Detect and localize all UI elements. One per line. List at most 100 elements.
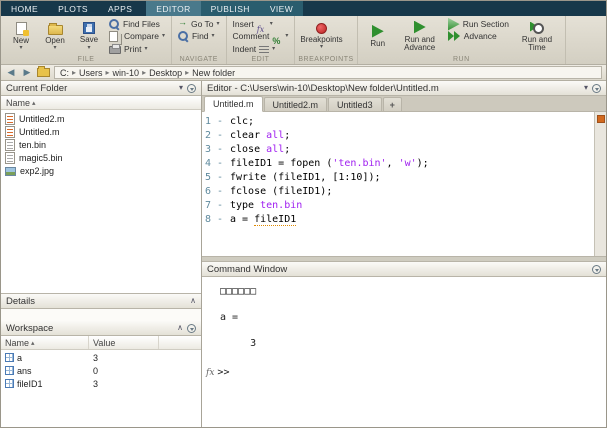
- dropdown-arrow-icon[interactable]: ▾: [584, 84, 588, 92]
- code-line[interactable]: 4 - fileID1 = fopen ('ten.bin', 'w');: [202, 157, 592, 171]
- code-line[interactable]: 7 - type ten.bin: [202, 199, 592, 213]
- breadcrumb-item[interactable]: New folder: [192, 68, 235, 78]
- quick-access-bar: ◀ ▶ C: ▸ Users ▸ win-10 ▸ Desktop ▸ New folder: [1, 65, 606, 81]
- ribbon-tab-home[interactable]: HOME: [1, 1, 48, 16]
- command-window[interactable]: □□□□□□ a = 3 fx >>: [202, 277, 606, 427]
- code-token: ;: [284, 130, 291, 141]
- ribbon-tab-view[interactable]: VIEW: [259, 1, 304, 16]
- browse-folder-icon[interactable]: [37, 66, 50, 77]
- run-and-time-button[interactable]: Run and Time: [512, 18, 562, 55]
- panel-menu-icon[interactable]: [592, 264, 601, 274]
- file-item[interactable]: Untitled.m: [1, 125, 201, 138]
- find-files-button[interactable]: Find Files: [106, 18, 168, 30]
- open-button[interactable]: Open ▾: [38, 18, 72, 55]
- editor-tab-untitled2-m[interactable]: Untitled2.m: [263, 97, 328, 111]
- name-column-header[interactable]: Name ▴: [1, 96, 201, 110]
- dropdown-arrow-icon: ▾: [320, 44, 324, 51]
- code-line[interactable]: 3 - close all;: [202, 143, 592, 157]
- workspace-row[interactable]: fileID1 3: [1, 377, 201, 390]
- new-button[interactable]: New ▾: [4, 18, 38, 55]
- code-line[interactable]: 5 - fwrite (fileID1, [1:10]);: [202, 171, 592, 185]
- workspace-column-headers: Name ▴ Value: [1, 336, 201, 350]
- button-label: Indent: [232, 43, 257, 54]
- run-button[interactable]: Run: [361, 18, 395, 55]
- insert-button[interactable]: Insert ▾: [230, 18, 292, 30]
- mfile-icon: [5, 125, 15, 138]
- lint-indicator[interactable]: [597, 115, 605, 123]
- dropdown-arrow-icon[interactable]: ▾: [179, 84, 183, 92]
- run-section-icon: [447, 17, 460, 31]
- code-editor[interactable]: 1 - clc; 2 - clear all; 3 - close all; 4 - file…: [202, 112, 606, 257]
- save-button[interactable]: Save ▾: [72, 18, 106, 55]
- command-output-line: [220, 350, 602, 363]
- editor-tab-untitled-m[interactable]: Untitled.m: [204, 96, 263, 112]
- breadcrumb-item[interactable]: Users: [79, 68, 103, 78]
- code-line[interactable]: 6 - fclose (fileID1);: [202, 185, 592, 199]
- code-line[interactable]: 2 - clear all;: [202, 129, 592, 143]
- variable-name-text: ans: [17, 365, 32, 376]
- command-output-line: 3: [220, 338, 257, 349]
- file-item[interactable]: exp2.jpg: [1, 164, 201, 177]
- code-text: a = fileID1: [230, 213, 297, 227]
- forward-icon[interactable]: ▶: [21, 67, 33, 78]
- indent-button[interactable]: Indent ▾: [230, 43, 292, 55]
- collapse-icon[interactable]: ∧: [177, 324, 183, 332]
- value-column-header[interactable]: Value: [89, 336, 159, 349]
- ribbon-tab-editor[interactable]: EDITOR: [146, 1, 201, 16]
- printer-icon: [109, 44, 121, 55]
- column-label: Name: [6, 97, 31, 108]
- goto-icon: [178, 17, 188, 29]
- back-icon[interactable]: ◀: [5, 67, 17, 78]
- crumb-separator-icon: ▸: [185, 68, 190, 77]
- code-line[interactable]: 1 - clc;: [202, 115, 592, 129]
- breadcrumb-item[interactable]: C:: [60, 68, 69, 78]
- compare-button[interactable]: Compare ▾: [106, 30, 168, 42]
- line-number: 1 -: [204, 116, 223, 127]
- collapse-icon[interactable]: ∧: [190, 297, 196, 305]
- ribbon-tab-publish[interactable]: PUBLISH: [200, 1, 260, 16]
- fx-icon[interactable]: fx: [206, 368, 214, 378]
- section-items: Run Run and Advance Run Section Advance Run …: [361, 17, 562, 55]
- command-prompt[interactable]: >>: [217, 367, 229, 378]
- editor-titlebar: Editor - C:\Users\win-10\Desktop\New fol…: [202, 81, 606, 96]
- file-item[interactable]: Untitled2.m: [1, 112, 201, 125]
- panel-title: Current Folder: [6, 82, 68, 94]
- code-token: type: [230, 200, 261, 211]
- find-button[interactable]: Find ▾: [175, 30, 223, 42]
- ribbon-tab-plots[interactable]: PLOTS: [48, 1, 98, 16]
- file-item[interactable]: magic5.bin: [1, 151, 201, 164]
- new-tab-button[interactable]: +: [382, 97, 402, 111]
- command-output-line: [220, 298, 602, 311]
- section-label: BREAKPOINTS: [298, 56, 354, 63]
- line-number: 8 -: [204, 214, 223, 225]
- breadcrumb-item[interactable]: win-10: [113, 68, 140, 78]
- imgfile-icon: [5, 166, 16, 176]
- editor-area: Editor - C:\Users\win-10\Desktop\New fol…: [202, 81, 606, 427]
- breadcrumb-item[interactable]: Desktop: [149, 68, 182, 78]
- workspace-row[interactable]: ans 0: [1, 364, 201, 377]
- run-and-advance-button[interactable]: Run and Advance: [395, 18, 445, 55]
- breakpoints-button[interactable]: Breakpoints ▾: [298, 18, 344, 55]
- code-line[interactable]: 8 - a = fileID1: [202, 213, 592, 227]
- name-column-header[interactable]: Name ▴: [1, 336, 89, 349]
- magnifier-icon: [177, 30, 189, 42]
- print-button[interactable]: Print ▾: [106, 43, 168, 55]
- file-list: Untitled2.m Untitled.m ten.bin magic5.bin ex…: [1, 110, 201, 293]
- editor-tab-untitled3[interactable]: Untitled3: [328, 97, 382, 111]
- panel-menu-icon[interactable]: [187, 83, 196, 93]
- editor-scrollbar[interactable]: [594, 112, 606, 256]
- ribbon-tab-apps[interactable]: APPS: [98, 1, 142, 16]
- panel-menu-icon[interactable]: [187, 323, 196, 333]
- panel-menu-icon[interactable]: [592, 83, 601, 93]
- advance-button[interactable]: Advance: [445, 30, 512, 42]
- file-item[interactable]: ten.bin: [1, 138, 201, 151]
- go-to-button[interactable]: Go To▾: [175, 17, 223, 30]
- breakpoint-icon: [316, 22, 328, 34]
- workspace-row[interactable]: a3: [1, 351, 201, 364]
- run-section-button[interactable]: Run Section: [445, 17, 512, 31]
- dropdown-arrow-icon: ▾: [211, 33, 215, 40]
- binfile-icon: [5, 151, 15, 164]
- details-header[interactable]: Details ∧: [1, 294, 201, 309]
- magnifier-icon: [109, 18, 120, 30]
- button-label: Save: [79, 35, 99, 45]
